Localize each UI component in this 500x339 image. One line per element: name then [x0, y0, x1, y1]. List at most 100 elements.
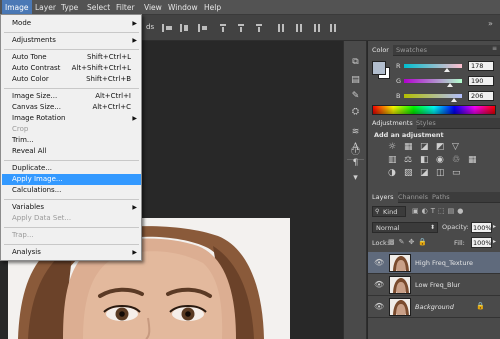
menu-view[interactable]: View: [141, 0, 165, 15]
menu-help[interactable]: Help: [201, 0, 224, 15]
layer-filter-select[interactable]: ⚲ Kind: [372, 206, 406, 217]
menu-item-image-rotation[interactable]: Image Rotation ▶: [2, 113, 141, 124]
channel-r-slider[interactable]: [404, 64, 462, 68]
menu-type[interactable]: Type: [58, 0, 81, 15]
notes-icon[interactable]: ▾: [348, 171, 363, 185]
character-panel-icon[interactable]: A: [348, 141, 363, 155]
menu-item-crop[interactable]: Crop: [2, 124, 141, 135]
properties-icon[interactable]: ▤: [348, 73, 363, 87]
visibility-eye-icon[interactable]: 👁: [374, 302, 384, 311]
menu-item-trim[interactable]: Trim...: [2, 135, 141, 146]
menu-item-auto-contrast[interactable]: Auto Contrast Alt+Shift+Ctrl+L: [2, 63, 141, 74]
blend-mode-value: Normal: [376, 224, 400, 232]
menu-item-calculations[interactable]: Calculations...: [2, 185, 141, 196]
lock-icon: 🔒: [476, 302, 485, 310]
channel-b-row: B 206: [396, 91, 496, 103]
submenu-arrow-icon: ▶: [132, 115, 137, 122]
layer-filter-icons[interactable]: ▣◐T⬚▤●: [412, 207, 496, 217]
channel-b-thumb[interactable]: [451, 98, 457, 102]
channel-r-input[interactable]: 178: [468, 61, 494, 71]
blend-mode-select[interactable]: Normal ⬍: [372, 222, 438, 233]
brightness-contrast-icon[interactable]: ☼: [388, 142, 396, 152]
levels-icon[interactable]: ▦: [404, 142, 413, 152]
history-icon[interactable]: ⧉: [348, 55, 363, 69]
layer-row-background[interactable]: 👁 Background 🔒: [368, 296, 500, 318]
color-balance-icon[interactable]: ⚖: [404, 155, 412, 165]
opacity-dropdown-icon[interactable]: ▸: [493, 223, 496, 230]
tab-styles[interactable]: Styles: [412, 118, 440, 129]
foreground-swatch-front[interactable]: [372, 61, 386, 75]
tab-color[interactable]: Color: [368, 45, 393, 56]
layer-thumbnail: [389, 254, 411, 272]
vibrance-icon[interactable]: ▽: [452, 142, 459, 152]
options-fragment: ds: [146, 23, 155, 31]
threshold-icon[interactable]: ◪: [420, 168, 429, 178]
menu-window[interactable]: Window: [165, 0, 201, 15]
posterize-icon[interactable]: ▨: [404, 168, 413, 178]
channel-g-thumb[interactable]: [447, 83, 453, 87]
align-icons[interactable]: [160, 22, 340, 34]
layers-list: 👁 High Freq_Texture 👁 Low Freq_Blur 👁 Ba…: [368, 252, 500, 339]
chevron-down-icon: ⬍: [429, 224, 435, 231]
image-menu-dropdown: Mode ▶ Adjustments ▶ Auto Tone Shift+Ctrl+L…: [0, 14, 142, 261]
menu-layer[interactable]: Layer: [32, 0, 59, 15]
channel-mixer-icon[interactable]: ♲: [452, 155, 460, 165]
visibility-eye-icon[interactable]: 👁: [374, 280, 384, 289]
menu-item-reveal-all[interactable]: Reveal All: [2, 146, 141, 157]
right-panels: Color Swatches ≡ R 178 G 190 B 206 Adjus…: [368, 41, 500, 339]
fill-input[interactable]: 100%: [471, 237, 492, 248]
character-icon[interactable]: [348, 99, 363, 113]
channel-r-thumb[interactable]: [444, 68, 450, 72]
channel-b-label: B: [396, 92, 401, 100]
layer-row-low-freq[interactable]: 👁 Low Freq_Blur: [368, 274, 500, 296]
channel-g-input[interactable]: 190: [468, 76, 494, 86]
menu-item-canvas-size[interactable]: Canvas Size... Alt+Ctrl+C: [2, 102, 141, 113]
adjustment-icons: ☼ ▦ ◪ ◩ ▽ ▥ ⚖ ◧ ◉ ♲ ▦ ◑ ▨ ◪ ◫ ▭: [388, 142, 492, 182]
adjustments-panel-tabs: Adjustments Styles: [368, 118, 500, 129]
tab-adjustments[interactable]: Adjustments: [368, 118, 417, 129]
lock-label: Lock:: [372, 239, 390, 247]
menu-select[interactable]: Select: [84, 0, 113, 15]
menu-item-auto-color[interactable]: Auto Color Shift+Ctrl+B: [2, 74, 141, 85]
menu-item-apply-image[interactable]: Apply Image...: [2, 174, 141, 185]
opacity-input[interactable]: 100%: [471, 222, 492, 233]
menu-item-mode[interactable]: Mode ▶: [2, 18, 141, 29]
photo-filter-icon[interactable]: ◉: [436, 155, 444, 165]
menu-item-image-size[interactable]: Image Size... Alt+Ctrl+I: [2, 91, 141, 102]
layer-row-high-freq[interactable]: 👁 High Freq_Texture: [368, 252, 500, 274]
menu-item-auto-tone[interactable]: Auto Tone Shift+Ctrl+L: [2, 52, 141, 63]
menu-bar: Image Layer Type Select Filter View Wind…: [0, 0, 500, 15]
tab-swatches[interactable]: Swatches: [392, 45, 431, 56]
hue-saturation-icon[interactable]: ▥: [388, 155, 397, 165]
menu-item-apply-data-set[interactable]: Apply Data Set...: [2, 213, 141, 224]
invert-icon[interactable]: ◑: [388, 168, 396, 178]
selective-color-icon[interactable]: ◫: [436, 168, 445, 178]
menu-item-trap[interactable]: Trap...: [2, 230, 141, 241]
menu-item-duplicate[interactable]: Duplicate...: [2, 163, 141, 174]
menu-filter[interactable]: Filter: [113, 0, 138, 15]
paragraph-icon[interactable]: ¶: [348, 156, 363, 170]
lock-icons[interactable]: ▩✎✥🔒: [388, 238, 438, 248]
curves-icon[interactable]: ◪: [420, 142, 429, 152]
color-lookup-icon[interactable]: ▦: [468, 155, 477, 165]
channels-icon[interactable]: ≋: [348, 125, 363, 139]
tab-paths[interactable]: Paths: [428, 192, 454, 203]
panel-collapse-icon[interactable]: »: [488, 19, 493, 28]
submenu-arrow-icon: ▶: [132, 204, 137, 211]
align-distribute-icon[interactable]: [160, 22, 340, 34]
black-white-icon[interactable]: ◧: [420, 155, 429, 165]
channel-g-slider[interactable]: [404, 79, 462, 83]
menu-item-adjustments[interactable]: Adjustments ▶: [2, 35, 141, 46]
channel-b-input[interactable]: 206: [468, 91, 494, 101]
tab-channels[interactable]: Channels: [394, 192, 432, 203]
menu-item-analysis[interactable]: Analysis ▶: [2, 247, 141, 258]
visibility-eye-icon[interactable]: 👁: [374, 258, 384, 267]
panel-menu-icon[interactable]: ≡: [492, 45, 497, 52]
color-spectrum-ramp[interactable]: [372, 105, 496, 115]
gradient-map-icon[interactable]: ▭: [452, 168, 461, 178]
submenu-arrow-icon: ▶: [132, 249, 137, 256]
menu-item-variables[interactable]: Variables ▶: [2, 202, 141, 213]
exposure-icon[interactable]: ◩: [436, 142, 445, 152]
menu-image[interactable]: Image: [2, 0, 32, 15]
fill-dropdown-icon[interactable]: ▸: [493, 238, 496, 245]
